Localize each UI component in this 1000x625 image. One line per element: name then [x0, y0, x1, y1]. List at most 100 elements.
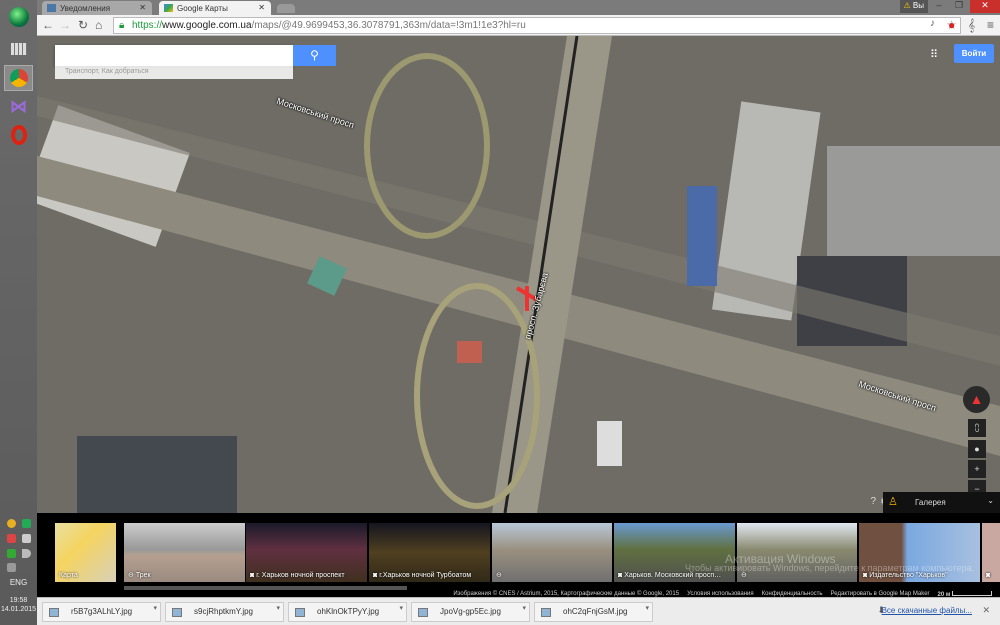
- search-button[interactable]: ⚲: [293, 45, 336, 66]
- thumb-photo[interactable]: ◙ г. Харьков ночной проспект: [246, 523, 367, 582]
- my-location-button[interactable]: ●: [968, 440, 986, 458]
- network-icon[interactable]: [7, 563, 16, 572]
- tray-icon[interactable]: [7, 549, 16, 558]
- apps-grid-icon[interactable]: ⠿: [930, 48, 938, 61]
- warning-badge[interactable]: ⚠ Вы: [899, 0, 928, 13]
- compass-control[interactable]: ▲: [963, 386, 990, 413]
- directions-label: Транспорт, Как добраться: [65, 68, 149, 75]
- vk-favicon-icon: [47, 4, 56, 12]
- thumb-label: г. Харьков ночной проспект: [256, 572, 345, 579]
- thumb-label: Издательство "Харьков": [869, 572, 948, 579]
- image-file-icon: [172, 608, 182, 617]
- close-tab-icon[interactable]: ✕: [258, 3, 265, 12]
- download-item[interactable]: s9cjRhptkmY.jpg ▾: [165, 602, 284, 622]
- home-button[interactable]: ⌂: [95, 18, 102, 32]
- tray-icon[interactable]: [7, 534, 16, 543]
- extension-icon[interactable]: ♪: [930, 18, 935, 29]
- satellite-map[interactable]: ⚲ Транспорт, Как добраться ⠿ Войти Моско…: [37, 36, 1000, 513]
- mosaic-app-icon[interactable]: [4, 36, 33, 62]
- chrome-app-icon[interactable]: [4, 65, 33, 91]
- pegman-icon[interactable]: ♙: [888, 495, 898, 508]
- thumb-photo[interactable]: ◙ г.Харьков ночной Турбоатом: [369, 523, 490, 582]
- gallery-toggle[interactable]: ♙ Галерея ⌄: [883, 492, 1000, 513]
- chevron-down-icon: ⌄: [987, 496, 994, 505]
- thumb-label: Карта: [59, 572, 78, 579]
- all-downloads-link[interactable]: Все скачанные файлы...: [882, 606, 972, 615]
- tab-notifications[interactable]: Уведомления ✕: [42, 1, 152, 15]
- new-tab-button[interactable]: [277, 4, 295, 13]
- watermark-text: Чтобы активировать Windows, перейдите к …: [685, 563, 975, 573]
- download-filename: s9cjRhptkmY.jpg: [194, 607, 253, 616]
- help-icon[interactable]: ?: [870, 496, 876, 507]
- download-item[interactable]: r5B7g3ALhLY.jpg ▾: [42, 602, 161, 622]
- forward-button[interactable]: →: [59, 18, 71, 32]
- tab-strip: Уведомления ✕ Google Карты ✕ ⚠ Вы – ❐ ✕: [37, 0, 1000, 15]
- track-icon: ⊖: [496, 572, 502, 579]
- url-scheme: https://: [132, 20, 163, 31]
- language-indicator[interactable]: ENG: [0, 578, 37, 587]
- image-file-icon: [295, 608, 305, 617]
- globe-app-icon[interactable]: [4, 4, 33, 30]
- warning-icon: ⚠: [903, 1, 911, 10]
- thumb-map[interactable]: Карта: [55, 523, 116, 582]
- browser-toolbar: ← → ↻ ⌂ 🔒︎ https://www.google.com.ua/maps…: [37, 15, 1000, 36]
- thumb-photo[interactable]: ◙ Издательство "Харьков": [859, 523, 980, 582]
- download-filename: r5B7g3ALhLY.jpg: [71, 607, 133, 616]
- image-file-icon: [418, 608, 428, 617]
- thumb-photo[interactable]: ◙ Харьков. Московский просп…: [614, 523, 735, 582]
- download-menu-icon[interactable]: ▾: [522, 604, 526, 612]
- lock-icon: 🔒︎: [119, 20, 125, 31]
- track-icon: ⊖: [741, 572, 747, 579]
- zoom-in-button[interactable]: +: [968, 460, 986, 478]
- thumb-label: Харьков. Московский просп…: [624, 572, 722, 579]
- tab-google-maps[interactable]: Google Карты ✕: [159, 1, 271, 15]
- clock-time: 19:58: [9, 597, 28, 604]
- download-item[interactable]: JpoVg-gp5Ec.jpg ▾: [411, 602, 530, 622]
- camera-icon: ◙: [986, 572, 991, 579]
- tilt-button[interactable]: ⩇: [968, 419, 986, 437]
- download-menu-icon[interactable]: ▾: [645, 604, 649, 612]
- url-path: /maps/@49.9699453,36.3078791,363m/data=!…: [251, 20, 526, 31]
- sign-in-button[interactable]: Войти: [954, 44, 994, 63]
- opera-icon[interactable]: [4, 122, 33, 148]
- search-input[interactable]: [55, 45, 293, 66]
- download-filename: ohKlnOkTPyY.jpg: [317, 607, 380, 616]
- tray-icon[interactable]: [7, 519, 16, 528]
- strip-scrollbar[interactable]: [124, 586, 407, 590]
- reload-button[interactable]: ↻: [78, 18, 88, 32]
- back-button[interactable]: ←: [42, 18, 54, 32]
- menu-icon[interactable]: ≡: [987, 18, 994, 32]
- thumb-photo[interactable]: ⊖: [492, 523, 612, 582]
- download-menu-icon[interactable]: ▾: [276, 604, 280, 612]
- address-bar[interactable]: 🔒︎ https://www.google.com.ua/maps/@49.969…: [113, 17, 961, 34]
- satellite-imagery: [37, 36, 1000, 513]
- directions-link[interactable]: Транспорт, Как добраться: [55, 66, 293, 79]
- thumb-photo[interactable]: ⊖ Трек: [124, 523, 245, 582]
- download-menu-icon[interactable]: ▾: [153, 604, 157, 612]
- image-file-icon: [541, 608, 551, 617]
- maximize-button[interactable]: ❐: [950, 0, 968, 13]
- download-item[interactable]: ohKlnOkTPyY.jpg ▾: [288, 602, 407, 622]
- opera-extension-icon[interactable]: ●: [948, 18, 955, 32]
- download-item[interactable]: ohC2qFnjGsM.jpg ▾: [534, 602, 653, 622]
- close-downloads-icon[interactable]: ✕: [982, 605, 990, 616]
- nvidia-tray-icon[interactable]: [22, 519, 31, 528]
- image-file-icon: [49, 608, 59, 617]
- track-icon: ⊖: [128, 572, 136, 579]
- tray-icon[interactable]: [22, 534, 31, 543]
- taskbar: ⋈ ENG 19:58 14.01.2015: [0, 0, 37, 625]
- minimize-button[interactable]: –: [930, 0, 948, 13]
- visual-studio-icon[interactable]: ⋈: [4, 94, 33, 120]
- thumb-photo[interactable]: ◙: [982, 523, 1000, 582]
- clock[interactable]: 19:58 14.01.2015: [0, 596, 37, 614]
- music-extension-icon[interactable]: 𝄞: [968, 18, 975, 33]
- clock-date: 14.01.2015: [0, 606, 37, 613]
- tab-label: Google Карты: [177, 4, 228, 13]
- downloads-bar: r5B7g3ALhLY.jpg ▾ s9cjRhptkmY.jpg ▾ ohKlnO…: [37, 597, 1000, 625]
- close-tab-icon[interactable]: ✕: [139, 3, 146, 12]
- download-filename: JpoVg-gp5Ec.jpg: [440, 607, 501, 616]
- volume-icon[interactable]: [22, 549, 31, 558]
- download-menu-icon[interactable]: ▾: [399, 604, 403, 612]
- close-window-button[interactable]: ✕: [970, 0, 1000, 13]
- tab-label: Уведомления: [60, 4, 111, 13]
